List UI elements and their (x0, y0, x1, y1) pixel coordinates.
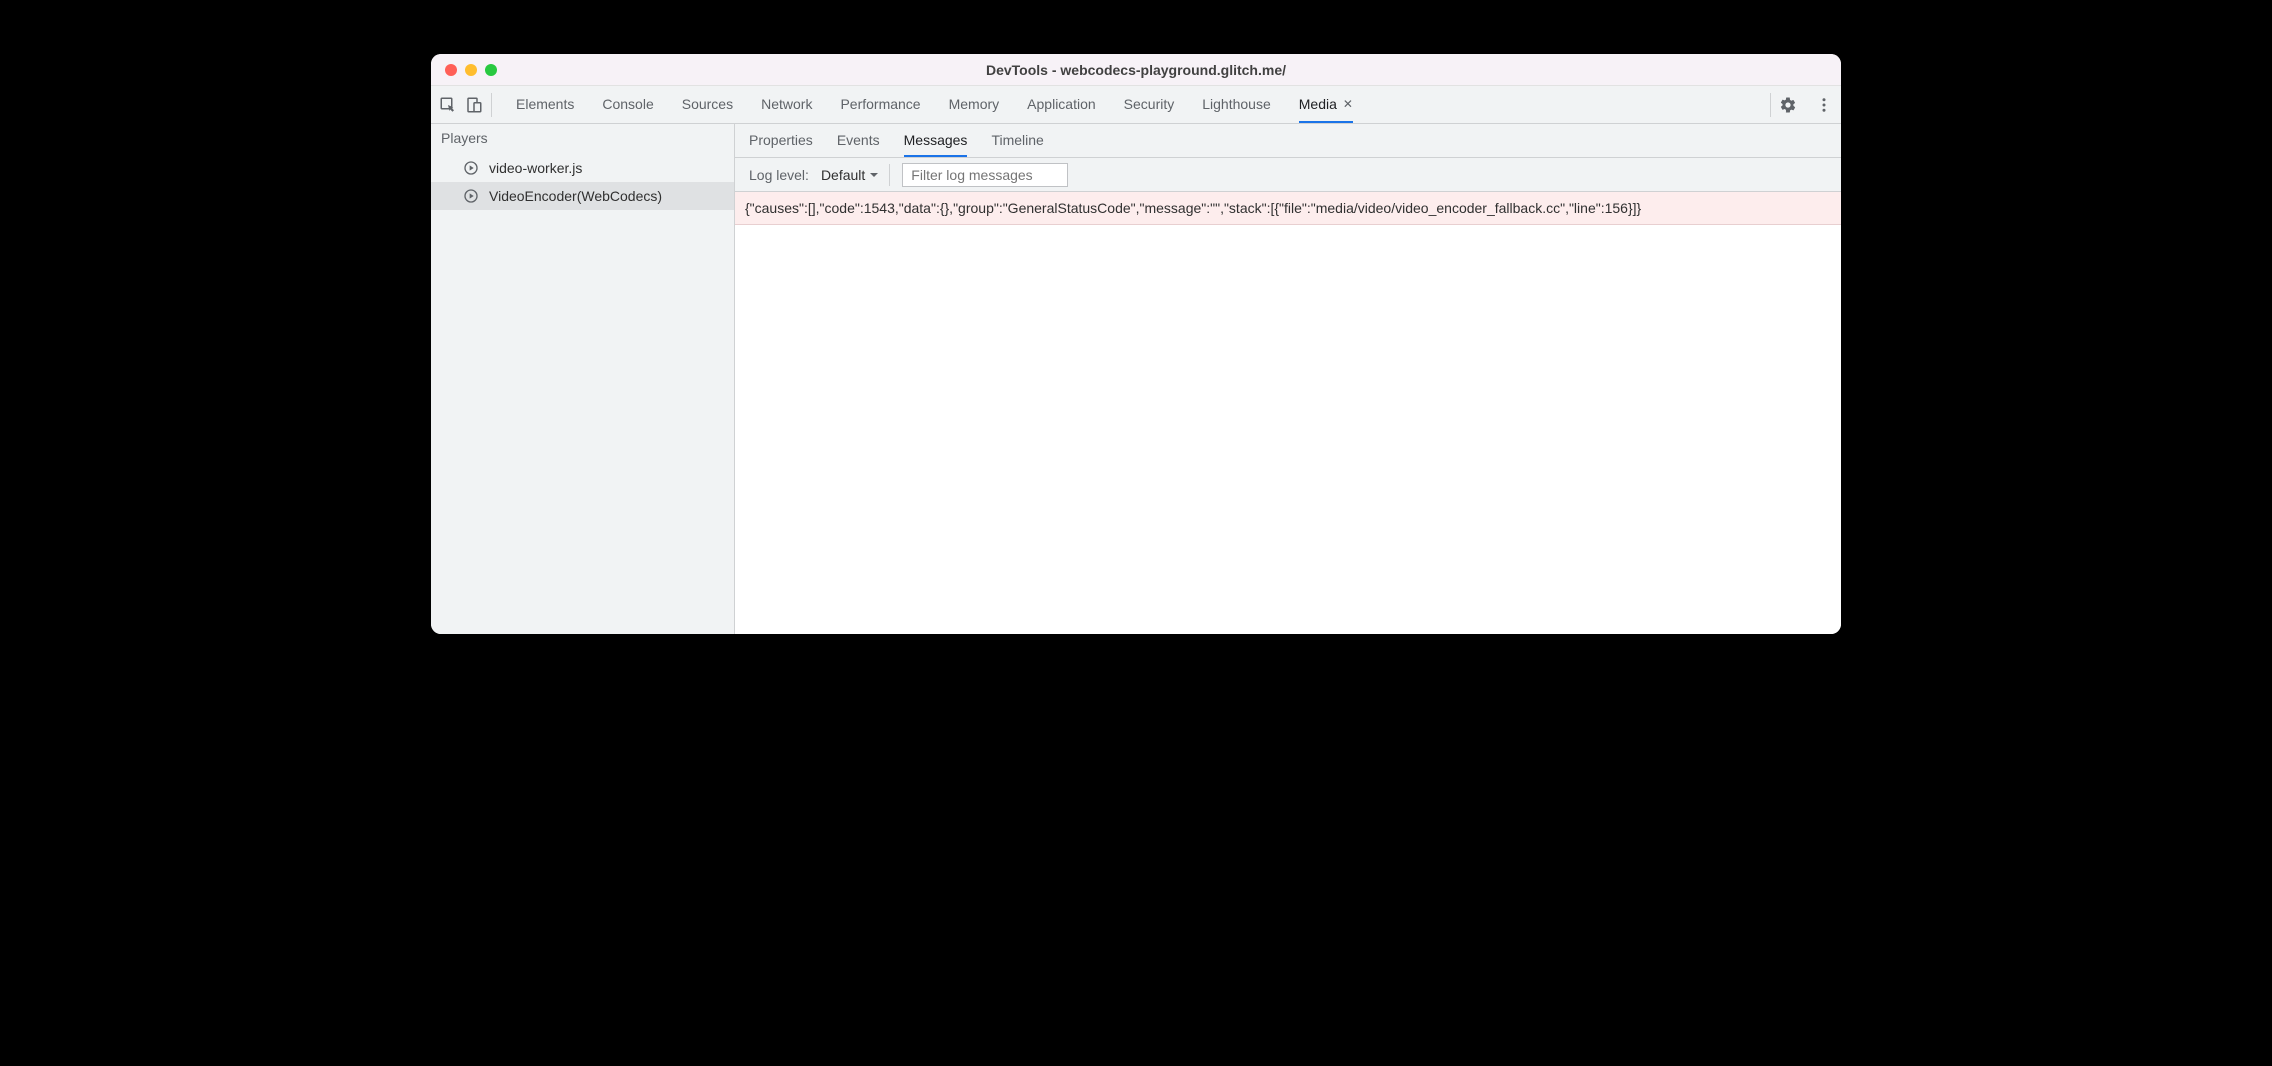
devtools-window: DevTools - webcodecs-playground.glitch.m… (431, 54, 1841, 634)
tab-label: Security (1124, 96, 1175, 112)
tab-label: Elements (516, 96, 574, 112)
player-item-label: VideoEncoder(WebCodecs) (489, 188, 662, 204)
filter-bar: Log level: Default (735, 158, 1841, 192)
kebab-menu-icon[interactable] (1815, 96, 1833, 114)
loglevel-value: Default (821, 167, 865, 183)
loglevel-select[interactable]: Default (821, 164, 890, 186)
tab-memory[interactable]: Memory (949, 86, 1000, 123)
tab-application[interactable]: Application (1027, 86, 1096, 123)
play-icon (463, 188, 479, 204)
tab-performance[interactable]: Performance (840, 86, 920, 123)
subtab-properties[interactable]: Properties (749, 124, 813, 157)
window-title: DevTools - webcodecs-playground.glitch.m… (431, 62, 1841, 78)
subtab-messages[interactable]: Messages (904, 124, 968, 157)
tab-label: Memory (949, 96, 1000, 112)
loglevel-label: Log level: (749, 167, 809, 183)
device-toolbar-icon[interactable] (465, 96, 483, 114)
close-icon[interactable]: ✕ (1343, 97, 1353, 111)
tab-label: Network (761, 96, 812, 112)
tab-label: Application (1027, 96, 1096, 112)
panel-body: Players video-worker.js VideoEncoder(WebC… (431, 124, 1841, 634)
tab-sources[interactable]: Sources (682, 86, 733, 123)
subtab-timeline[interactable]: Timeline (991, 124, 1043, 157)
main-toolbar: Elements Console Sources Network Performance… (431, 86, 1841, 124)
gear-icon[interactable] (1779, 96, 1797, 114)
log-message[interactable]: {"causes":[],"code":1543,"data":{},"grou… (735, 192, 1841, 225)
player-item-label: video-worker.js (489, 160, 582, 176)
tab-security[interactable]: Security (1124, 86, 1175, 123)
player-item[interactable]: VideoEncoder(WebCodecs) (431, 182, 734, 210)
play-icon (463, 160, 479, 176)
titlebar: DevTools - webcodecs-playground.glitch.m… (431, 54, 1841, 86)
main-panel: Properties Events Messages Timeline Log lev… (735, 124, 1841, 634)
tab-label: Media (1299, 96, 1337, 112)
media-subtabs: Properties Events Messages Timeline (735, 124, 1841, 158)
filter-input[interactable] (902, 163, 1068, 187)
tab-label: Lighthouse (1202, 96, 1271, 112)
tab-label: Sources (682, 96, 733, 112)
chevron-down-icon (869, 170, 879, 180)
tab-lighthouse[interactable]: Lighthouse (1202, 86, 1271, 123)
tab-label: Performance (840, 96, 920, 112)
inspect-element-icon[interactable] (439, 96, 457, 114)
log-area: {"causes":[],"code":1543,"data":{},"grou… (735, 192, 1841, 634)
players-sidebar: Players video-worker.js VideoEncoder(WebC… (431, 124, 735, 634)
panel-tabs: Elements Console Sources Network Performance… (516, 86, 1762, 123)
tab-console[interactable]: Console (602, 86, 653, 123)
tab-label: Console (602, 96, 653, 112)
tab-network[interactable]: Network (761, 86, 812, 123)
subtab-events[interactable]: Events (837, 124, 880, 157)
player-item[interactable]: video-worker.js (431, 154, 734, 182)
sidebar-title: Players (431, 124, 734, 154)
tab-elements[interactable]: Elements (516, 86, 574, 123)
tab-media[interactable]: Media ✕ (1299, 86, 1353, 123)
